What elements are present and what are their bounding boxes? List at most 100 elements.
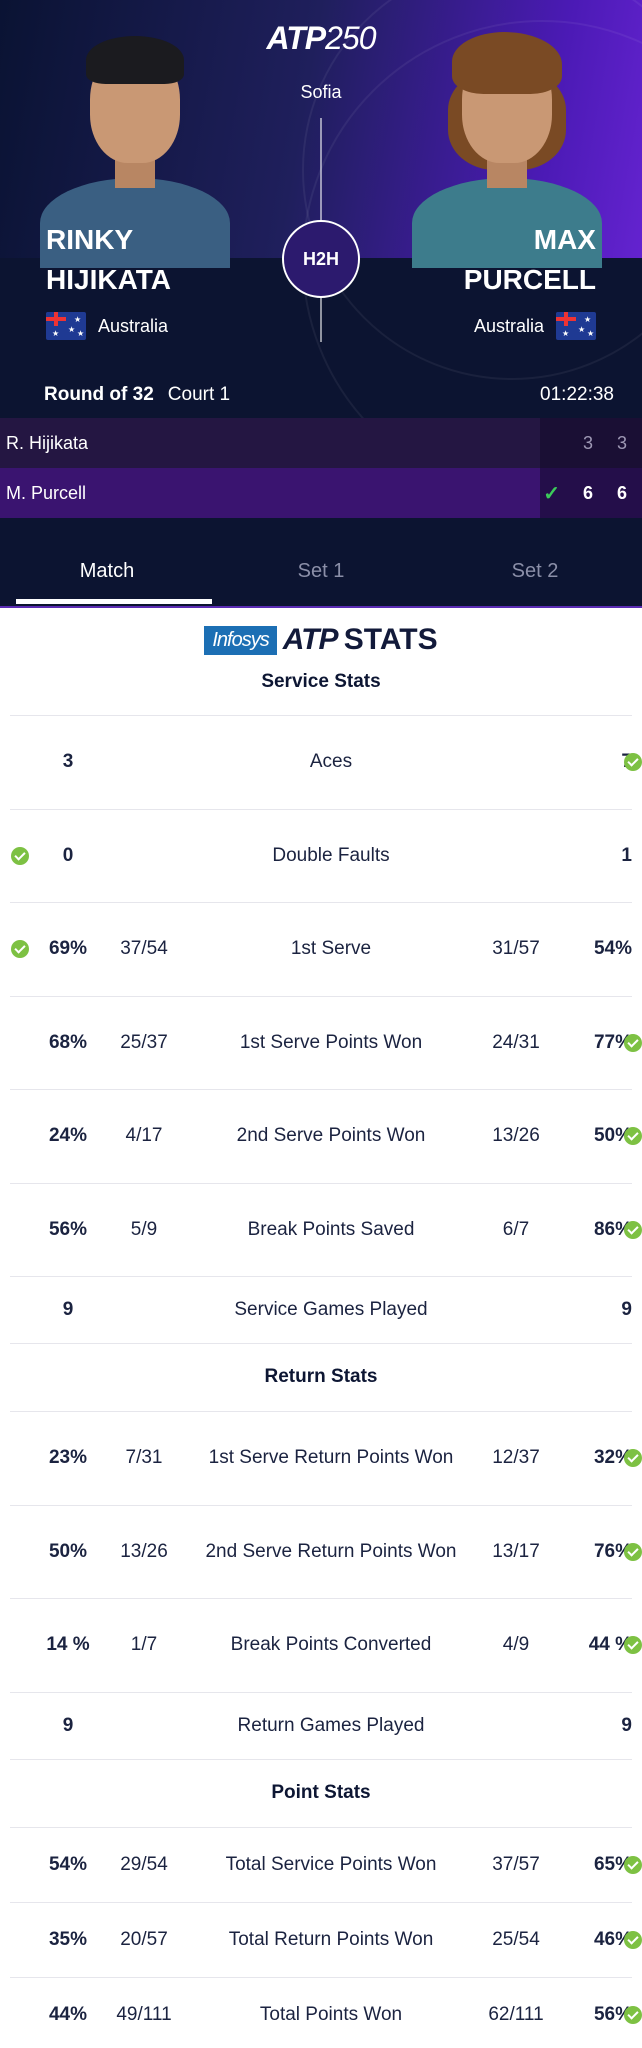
- player-left-name[interactable]: RINKY HIJIKATA: [46, 220, 171, 300]
- left-leader-check-icon: [10, 810, 30, 903]
- stat-row: 0 Double Faults 1: [10, 810, 632, 903]
- set-score: 6: [616, 482, 627, 503]
- h2h-button[interactable]: H2H: [282, 220, 360, 298]
- left-stat-fraction: 1/7: [130, 1634, 158, 1656]
- right-leader-check-icon: [622, 716, 642, 809]
- stat-label: Total Service Points Won: [225, 1853, 437, 1875]
- stat-row: 23% 7/31 1st Serve Return Points Won 12/37 3…: [10, 1412, 642, 1506]
- right-leader-check-icon: [622, 903, 642, 996]
- stat-label: 1st Serve: [290, 938, 372, 960]
- right-leader-check-icon: [622, 1184, 642, 1277]
- stat-row: 9 Service Games Played 9: [10, 1277, 632, 1344]
- section-title: Service Stats: [10, 660, 632, 716]
- left-leader-check-icon: [10, 1090, 30, 1183]
- player-right-name[interactable]: MAX PURCELL: [464, 220, 596, 300]
- right-leader-check-icon: [622, 1903, 642, 1977]
- match-header: ATP250 Sofia RINKY HIJIKATA MAX PURCELL …: [0, 0, 642, 418]
- left-stat-value: 0: [62, 844, 74, 866]
- stat-label: 1st Serve Points Won: [239, 1031, 423, 1053]
- stat-row: 35% 20/57 Total Return Points Won 25/54 46%: [10, 1903, 642, 1978]
- right-leader-check-icon: [622, 1277, 642, 1343]
- right-stat-fraction: 25/54: [492, 1928, 540, 1950]
- left-stat-fraction: 49/111: [116, 2003, 172, 2025]
- check-icon: [624, 1127, 642, 1146]
- stat-label: Total Points Won: [259, 2003, 403, 2025]
- left-stat-value: 54%: [48, 1853, 88, 1875]
- player-left-country: ★ ★ ★ ★ Australia: [46, 312, 168, 340]
- stat-row: 24% 4/17 2nd Serve Points Won 13/26 50%: [10, 1090, 642, 1184]
- left-stat-fraction: [98, 1277, 190, 1343]
- stat-label: Service Games Played: [234, 1299, 428, 1320]
- stats-container: Service Stats3Aces70Double Faults169%37/…: [0, 660, 642, 2048]
- stat-row: 68% 25/37 1st Serve Points Won 24/31 77%: [10, 997, 642, 1090]
- left-stat-value: 3: [62, 751, 74, 773]
- check-icon: [11, 846, 29, 865]
- match-info: Round of 32 Court 1 01:22:38: [44, 384, 614, 406]
- left-stat-value: 44%: [48, 2003, 88, 2025]
- left-stat-value: 9: [62, 1714, 74, 1736]
- court-label: Court 1: [167, 384, 231, 405]
- right-stat-fraction: 13/17: [492, 1540, 540, 1562]
- tab-set-1[interactable]: Set 1: [214, 518, 428, 606]
- australia-flag-icon: ★ ★ ★ ★: [46, 312, 86, 340]
- check-icon: [11, 940, 29, 959]
- stat-row: 50% 13/26 2nd Serve Return Points Won 13/17…: [10, 1506, 642, 1599]
- left-stat-value: 35%: [48, 1928, 88, 1950]
- left-stat-value: 68%: [48, 1031, 88, 1053]
- left-stat-fraction: 25/37: [120, 1031, 168, 1053]
- stat-label: 1st Serve Return Points Won: [208, 1447, 454, 1469]
- right-stat-fraction: 37/57: [492, 1853, 540, 1875]
- check-icon: [624, 1855, 642, 1874]
- left-stat-fraction: 7/31: [125, 1447, 163, 1469]
- left-stat-fraction: 4/17: [125, 1125, 163, 1147]
- stat-label: Break Points Saved: [247, 1218, 415, 1240]
- set-score: 3: [616, 432, 627, 453]
- stat-label: Aces: [309, 751, 353, 773]
- right-stat-fraction: 4/9: [502, 1634, 530, 1656]
- section-title: Return Stats: [10, 1344, 632, 1412]
- score-row: R. Hijikata 3 3: [0, 418, 642, 468]
- check-icon: [624, 2005, 642, 2024]
- stat-label: Total Return Points Won: [228, 1928, 434, 1950]
- left-leader-check-icon: [10, 1506, 30, 1599]
- left-leader-check-icon: [10, 1693, 30, 1759]
- right-leader-check-icon: [622, 1978, 642, 2048]
- stat-row: 44% 49/111 Total Points Won 62/111 56%: [10, 1978, 642, 2048]
- tab-match[interactable]: Match: [0, 518, 214, 606]
- tab-set-2[interactable]: Set 2: [428, 518, 642, 606]
- right-stat-fraction: [466, 1693, 566, 1759]
- stat-row: 9 Return Games Played 9: [10, 1693, 632, 1760]
- stat-row: 54% 29/54 Total Service Points Won 37/57 65%: [10, 1828, 642, 1903]
- player-right-country: Australia ★ ★ ★ ★: [474, 312, 596, 340]
- stat-row: 14 % 1/7 Break Points Converted 4/9 44 %: [10, 1599, 642, 1693]
- left-stat-fraction: [98, 716, 190, 809]
- infosys-atp-stats-logo: Infosys ATP STATS: [0, 608, 642, 660]
- left-stat-fraction: 37/54: [120, 938, 168, 960]
- left-stat-value: 56%: [48, 1218, 88, 1240]
- stat-label: Double Faults: [272, 844, 390, 866]
- right-stat-fraction: 24/31: [492, 1031, 540, 1053]
- right-stat-fraction: 6/7: [502, 1218, 530, 1240]
- left-stat-value: 23%: [48, 1447, 88, 1469]
- right-stat-fraction: 12/37: [492, 1447, 540, 1469]
- stat-row: 56% 5/9 Break Points Saved 6/7 86%: [10, 1184, 642, 1277]
- left-leader-check-icon: [10, 1903, 30, 1977]
- left-leader-check-icon: [10, 997, 30, 1090]
- right-leader-check-icon: [622, 997, 642, 1090]
- score-row: M. Purcell ✓ 6 6: [0, 468, 642, 518]
- check-icon: [624, 1033, 642, 1052]
- match-duration: 01:22:38: [540, 384, 614, 405]
- right-leader-check-icon: [622, 1506, 642, 1599]
- set-score: 3: [582, 432, 593, 453]
- set-score: 6: [582, 482, 593, 503]
- left-stat-value: 9: [62, 1299, 74, 1320]
- check-icon: [624, 1220, 642, 1239]
- right-leader-check-icon: [622, 1599, 642, 1692]
- left-leader-check-icon: [10, 1599, 30, 1692]
- left-leader-check-icon: [10, 903, 30, 996]
- left-leader-check-icon: [10, 1184, 30, 1277]
- left-leader-check-icon: [10, 716, 30, 809]
- right-stat-fraction: 31/57: [492, 938, 540, 960]
- left-stat-value: 14 %: [46, 1634, 90, 1656]
- left-stat-fraction: 20/57: [120, 1928, 168, 1950]
